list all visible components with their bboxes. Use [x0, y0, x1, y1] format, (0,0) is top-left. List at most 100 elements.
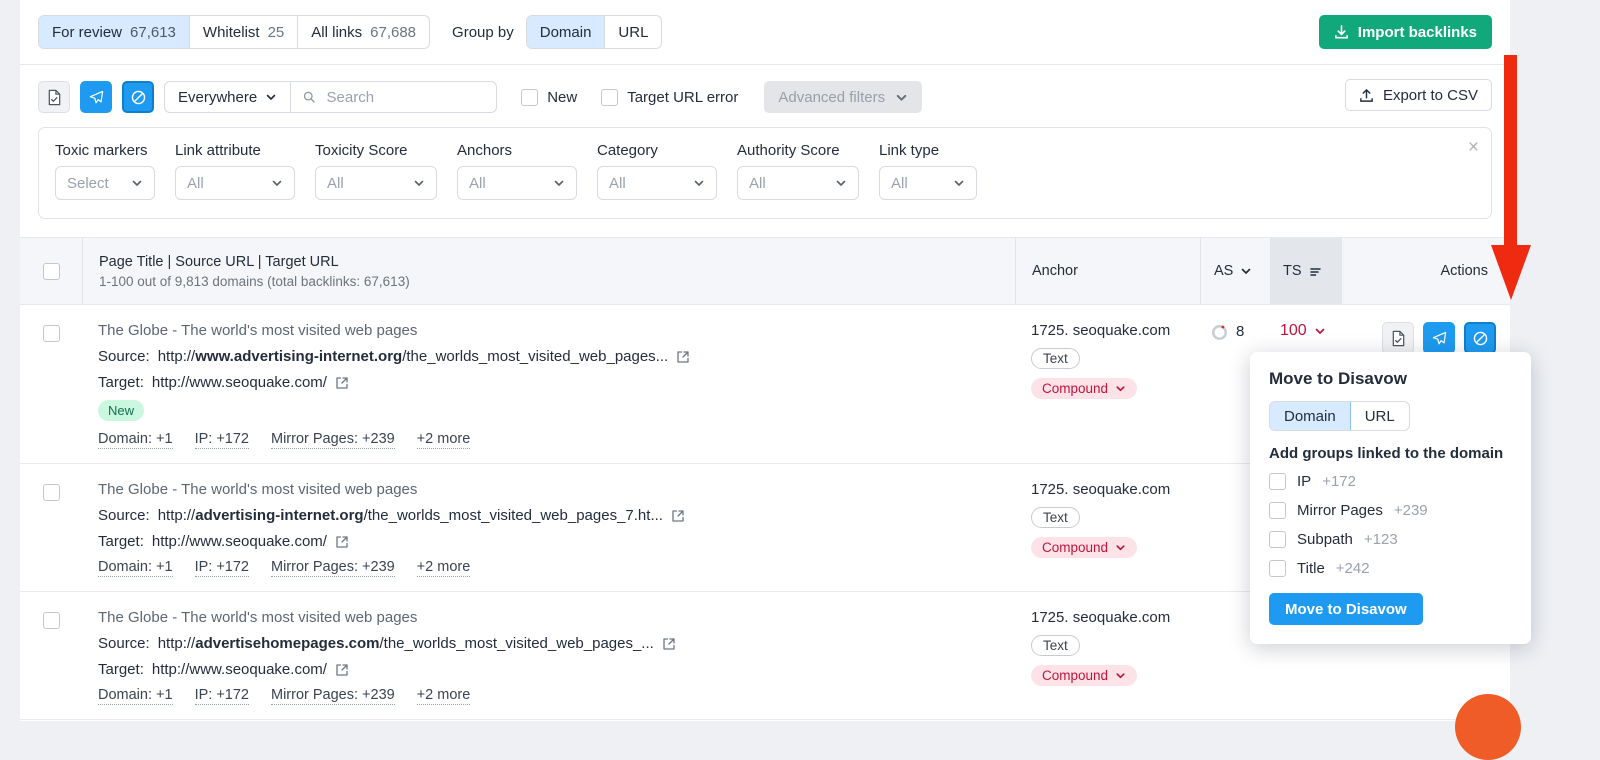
- popup-ip-count: +172: [1322, 473, 1356, 490]
- filter-link-attribute-label: Link attribute: [175, 142, 261, 159]
- row-anchor-type-pill: Text: [1031, 635, 1080, 656]
- row-select-cell: [20, 592, 82, 719]
- chevron-down-icon: [954, 180, 964, 186]
- row-move-to-disavow-button[interactable]: [1464, 322, 1496, 354]
- popup-title-checkbox[interactable]: [1269, 560, 1286, 577]
- filter-link-type-select[interactable]: All: [879, 166, 977, 200]
- advanced-filters-button[interactable]: Advanced filters: [764, 81, 923, 113]
- header-ts-column[interactable]: TS: [1270, 238, 1342, 304]
- popup-option-ip[interactable]: IP +172: [1269, 473, 1512, 490]
- search-input[interactable]: [324, 87, 485, 107]
- popup-option-subpath[interactable]: Subpath +123: [1269, 531, 1512, 548]
- row-group-more[interactable]: +2 more: [416, 431, 471, 449]
- row-checkbox[interactable]: [42, 612, 60, 629]
- filter-toxicity-score-value: All: [327, 174, 344, 192]
- filter-category: Category All: [597, 142, 717, 200]
- row-anchor-cell: 1725. seoquake.com Text Compound: [1015, 592, 1200, 719]
- row-group-domain[interactable]: Domain: +1: [98, 559, 173, 577]
- row-anchor-category-pill[interactable]: Compound: [1031, 537, 1138, 558]
- row-anchor-category-pill[interactable]: Compound: [1031, 378, 1138, 399]
- row-group-more[interactable]: +2 more: [416, 687, 471, 705]
- row-as-value: 8: [1236, 323, 1245, 340]
- external-link-icon[interactable]: [671, 509, 685, 523]
- row-group-mirror-pages[interactable]: Mirror Pages: +239: [270, 687, 395, 705]
- top-toolbar: For review 67,613 Whitelist 25 All links…: [20, 0, 1510, 64]
- chevron-down-icon: [132, 180, 142, 186]
- popup-option-title[interactable]: Title +242: [1269, 560, 1512, 577]
- import-backlinks-label: Import backlinks: [1357, 23, 1477, 41]
- chevron-down-icon: [694, 180, 704, 186]
- external-link-icon[interactable]: [335, 376, 349, 390]
- popup-scope-toggle: Domain URL: [1269, 401, 1410, 431]
- filter-authority-score-label: Authority Score: [737, 142, 840, 159]
- external-link-icon[interactable]: [335, 535, 349, 549]
- popup-subpath-checkbox[interactable]: [1269, 531, 1286, 548]
- row-page-title: The Globe - The world's most visited web…: [98, 322, 418, 339]
- send-to-removal-button[interactable]: [80, 81, 112, 113]
- row-group-domain[interactable]: Domain: +1: [98, 431, 173, 449]
- popup-title-count: +242: [1335, 560, 1370, 577]
- row-ts-value: 100: [1280, 322, 1307, 339]
- target-url-error-checkbox[interactable]: [601, 88, 619, 106]
- search-scope-select[interactable]: Everywhere: [165, 82, 292, 112]
- chevron-down-icon: [1116, 386, 1125, 392]
- filter-toxicity-score-select[interactable]: All: [315, 166, 437, 200]
- filter-link-attribute-select[interactable]: All: [175, 166, 295, 200]
- disavow-icon: [1473, 331, 1487, 345]
- row-group-mirror-pages[interactable]: Mirror Pages: +239: [270, 431, 395, 449]
- filter-checkbox-target-url-error[interactable]: Target URL error: [601, 88, 738, 106]
- filter-toxic-markers-select[interactable]: Select: [55, 166, 155, 200]
- filter-category-select[interactable]: All: [597, 166, 717, 200]
- row-group-ip[interactable]: IP: +172: [194, 431, 249, 449]
- row-checkbox[interactable]: [42, 484, 60, 501]
- row-whitelist-button[interactable]: [1382, 322, 1414, 354]
- row-group-ip[interactable]: IP: +172: [194, 559, 249, 577]
- row-send-button[interactable]: [1423, 322, 1455, 354]
- row-group-more[interactable]: +2 more: [416, 559, 471, 577]
- tab-all-links[interactable]: All links 67,688: [298, 16, 429, 48]
- row-anchor-category-pill[interactable]: Compound: [1031, 665, 1138, 686]
- row-source-label: Source:: [98, 507, 150, 524]
- row-group-domain[interactable]: Domain: +1: [98, 687, 173, 705]
- filter-anchors-select[interactable]: All: [457, 166, 577, 200]
- group-by-domain[interactable]: Domain: [526, 16, 606, 48]
- popup-title: Move to Disavow: [1269, 369, 1407, 388]
- external-link-icon[interactable]: [676, 350, 690, 364]
- support-chat-fab[interactable]: [1455, 694, 1521, 760]
- row-group-ip[interactable]: IP: +172: [194, 687, 249, 705]
- row-source-prefix: http://: [157, 635, 196, 652]
- filter-authority-score-select[interactable]: All: [737, 166, 859, 200]
- popup-ip-checkbox[interactable]: [1269, 473, 1286, 490]
- popup-mirror-pages-checkbox[interactable]: [1269, 502, 1286, 519]
- row-anchor-category-label: Compound: [1042, 540, 1109, 555]
- tab-for-review[interactable]: For review 67,613: [39, 16, 190, 48]
- row-ts-value-wrap[interactable]: 100: [1280, 322, 1326, 340]
- whitelist-action-button[interactable]: [38, 81, 70, 113]
- filter-checkbox-new[interactable]: New: [521, 88, 577, 106]
- row-checkbox[interactable]: [42, 325, 60, 342]
- export-to-csv-button[interactable]: Export to CSV: [1344, 79, 1492, 111]
- row-group-mirror-pages[interactable]: Mirror Pages: +239: [270, 559, 395, 577]
- row-anchor-name: 1725. seoquake.com: [1031, 322, 1171, 339]
- popup-move-to-disavow-button[interactable]: Move to Disavow: [1269, 593, 1423, 625]
- tab-all-links-count: 67,688: [370, 23, 417, 41]
- filter-toolbar-row: Everywhere New T: [38, 79, 1492, 115]
- close-icon[interactable]: ×: [1468, 138, 1479, 157]
- row-target-line: Target: http://www.seoquake.com/: [98, 374, 999, 391]
- import-backlinks-button[interactable]: Import backlinks: [1318, 15, 1492, 49]
- row-page-title: The Globe - The world's most visited web…: [98, 609, 418, 626]
- select-all-checkbox[interactable]: [42, 262, 60, 280]
- header-as-label: AS: [1214, 263, 1234, 279]
- external-link-icon[interactable]: [335, 663, 349, 677]
- popup-option-mirror-pages[interactable]: Mirror Pages +239: [1269, 502, 1512, 519]
- move-to-disavow-popup: Move to Disavow Domain URL Add groups li…: [1250, 352, 1531, 644]
- popup-scope-domain[interactable]: Domain: [1270, 402, 1351, 430]
- move-to-disavow-toolbar-button[interactable]: [122, 81, 154, 113]
- popup-scope-url[interactable]: URL: [1351, 402, 1409, 430]
- tab-whitelist[interactable]: Whitelist 25: [190, 16, 299, 48]
- new-checkbox[interactable]: [521, 88, 539, 106]
- group-by-url[interactable]: URL: [605, 16, 661, 48]
- header-as-column[interactable]: AS: [1200, 238, 1270, 304]
- external-link-icon[interactable]: [662, 637, 676, 651]
- authority-score-gauge-icon: [1211, 324, 1228, 341]
